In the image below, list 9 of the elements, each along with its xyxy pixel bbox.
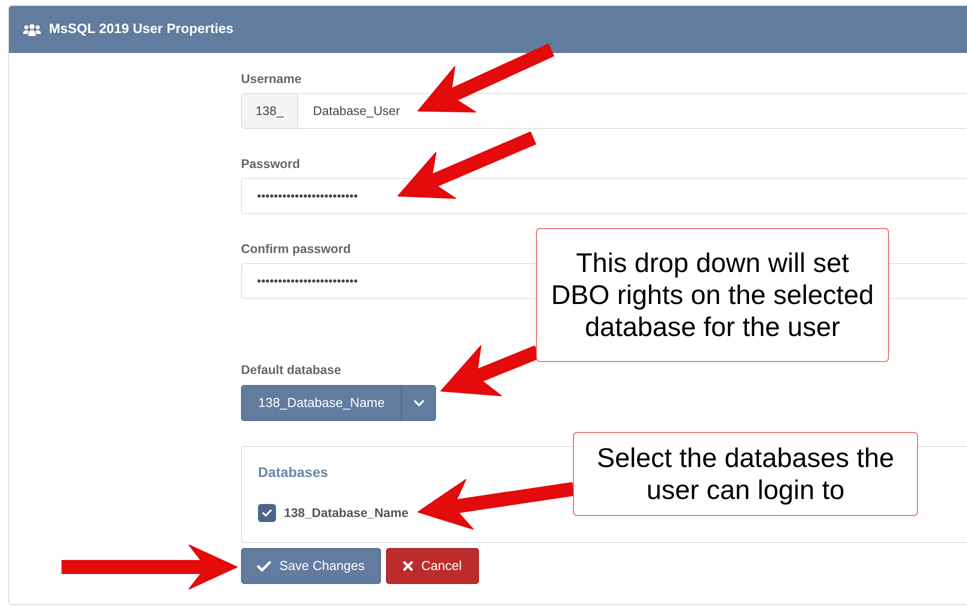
username-prefix: 138_ (241, 93, 298, 129)
callout-tooltip: Select the databases the user can login to (573, 432, 918, 516)
field-label: Confirm password (241, 242, 351, 257)
field-label: Username (241, 72, 302, 87)
panel-title: MsSQL 2019 User Properties (49, 20, 234, 38)
databases-legend: Databases (258, 464, 328, 481)
callout-tooltip: This drop down will set DBO rights on the selected database for the user (536, 228, 889, 362)
field-label: Password (241, 157, 300, 172)
field-label: Default database (241, 363, 342, 378)
